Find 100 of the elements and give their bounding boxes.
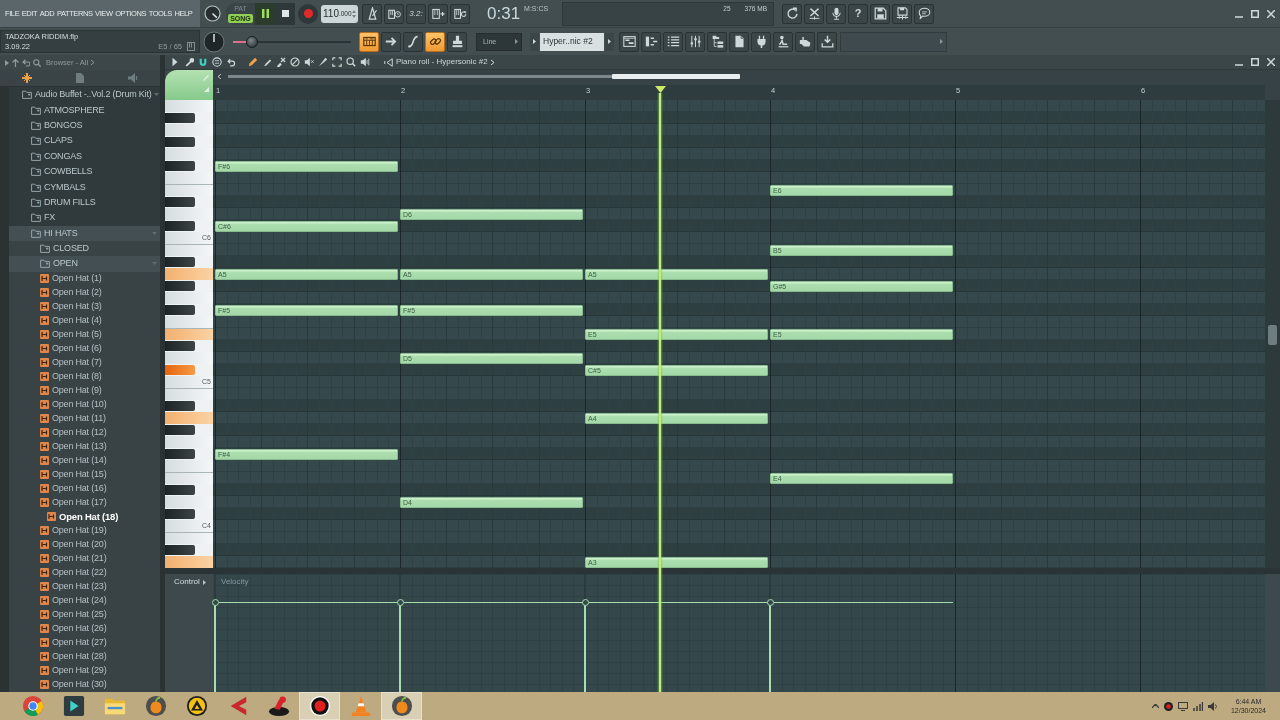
brush-icon[interactable] <box>262 57 272 67</box>
taskbar-button[interactable] <box>381 692 422 720</box>
zoom-icon[interactable] <box>346 57 356 67</box>
next-pattern-button[interactable] <box>605 32 614 51</box>
toolbar-button[interactable] <box>619 31 639 52</box>
toolbar-button[interactable] <box>914 3 934 24</box>
lane-name[interactable]: Velocity <box>221 578 249 586</box>
toolbar-button[interactable] <box>826 3 846 24</box>
toolbar-button[interactable] <box>729 31 749 52</box>
toolbar-button[interactable] <box>450 3 470 24</box>
tree-item[interactable]: Open Hat (11) <box>9 411 160 426</box>
tree-item[interactable]: Open Hat (6) <box>9 341 160 356</box>
velocity-handle[interactable] <box>766 598 774 606</box>
tree-item[interactable]: CONGAS <box>9 148 160 164</box>
velocity-handle[interactable] <box>211 598 219 606</box>
sparkle-icon[interactable] <box>22 73 32 83</box>
circle-menu-icon[interactable] <box>212 57 222 67</box>
toolbar-button[interactable] <box>641 31 661 52</box>
piano-roll-title[interactable]: Piano roll - Hypersonic #2 <box>396 58 488 66</box>
toolbar-button[interactable] <box>817 31 837 52</box>
tree-item[interactable]: CYMBALS <box>9 179 160 195</box>
close-icon[interactable] <box>1267 58 1275 66</box>
tree-item[interactable]: Open Hat (24) <box>9 593 160 608</box>
velocity-handle[interactable] <box>396 598 404 606</box>
tree-item[interactable]: Open Hat (10) <box>9 397 160 412</box>
tree-item[interactable]: Open Hat (26) <box>9 621 160 636</box>
chevron-right-icon[interactable] <box>490 59 494 65</box>
back-arrow-icon[interactable] <box>22 58 30 67</box>
undo-icon[interactable] <box>226 57 236 67</box>
playhead-handle[interactable] <box>654 86 666 93</box>
chevron-left-icon[interactable] <box>218 74 221 79</box>
toolbar-button[interactable] <box>362 3 382 24</box>
toggle-button[interactable] <box>403 31 423 52</box>
toolbar-button[interactable] <box>384 3 404 24</box>
speaker-icon[interactable] <box>384 57 393 67</box>
pattern-selector[interactable]: Hyper..nic #2 <box>540 32 604 51</box>
toolbar-button[interactable] <box>707 31 727 52</box>
tree-item[interactable]: Open Hat (17) <box>9 495 160 510</box>
up-arrow-icon[interactable] <box>12 58 19 67</box>
horizontal-scrollbar[interactable] <box>228 75 740 78</box>
search-icon[interactable] <box>33 58 41 67</box>
toggle-button[interactable] <box>359 31 379 52</box>
toolbar-button[interactable] <box>870 3 890 24</box>
tree-item[interactable]: Open Hat (30) <box>9 677 160 692</box>
vertical-scrollbar[interactable] <box>0 87 9 692</box>
stop-button[interactable] <box>275 2 295 25</box>
help-button[interactable]: ? <box>848 3 868 24</box>
tree-item[interactable]: Open Hat (16) <box>9 481 160 496</box>
toolbar-button[interactable] <box>795 31 815 52</box>
tree-item[interactable]: Open Hat (13) <box>9 439 160 454</box>
brush-cross-icon[interactable] <box>276 57 286 67</box>
tree-item[interactable]: Open Hat (12) <box>9 425 160 440</box>
tree-item[interactable]: Audio Buffet -..Vol.2 (Drum Kit) <box>9 87 160 103</box>
pause-button[interactable] <box>255 2 275 25</box>
tree-item[interactable]: Open Hat (4) <box>9 313 160 328</box>
previous-pattern-button[interactable] <box>530 32 539 51</box>
tree-item[interactable]: Open Hat (28) <box>9 649 160 664</box>
tree-item[interactable]: Open Hat (27) <box>9 635 160 650</box>
maximize-icon[interactable] <box>1251 58 1259 66</box>
tree-item[interactable]: Open Hat (8) <box>9 369 160 384</box>
slider-thumb[interactable] <box>245 35 258 48</box>
tree-item[interactable]: Open Hat (3) <box>9 299 160 314</box>
scrollbar-thumb[interactable] <box>612 74 740 79</box>
triangle-right-icon[interactable] <box>5 59 9 66</box>
caret-up-icon[interactable] <box>1151 704 1159 708</box>
tree-item[interactable]: Open Hat (18) <box>9 509 160 524</box>
close-icon[interactable] <box>1267 9 1275 18</box>
speaker-icon[interactable] <box>1207 701 1218 711</box>
wrench-icon[interactable] <box>184 57 194 67</box>
pencil-icon[interactable] <box>248 57 258 67</box>
tree-item[interactable]: Open Hat (7) <box>9 355 160 370</box>
tree-item[interactable]: ATMOSPHERE <box>9 102 160 118</box>
tree-item[interactable]: Open Hat (2) <box>9 285 160 300</box>
toolbar-button[interactable] <box>782 3 802 24</box>
countdown-button[interactable]: 3.2: <box>406 3 426 24</box>
tree-item[interactable]: Open Hat (23) <box>9 579 160 594</box>
forbidden-icon[interactable] <box>290 57 300 67</box>
tree-item[interactable]: Open Hat (19) <box>9 523 160 538</box>
tree-item[interactable]: CLAPS <box>9 133 160 149</box>
select-box-icon[interactable] <box>332 57 342 67</box>
toolbar-button[interactable] <box>773 31 793 52</box>
toolbar-button[interactable] <box>804 3 824 24</box>
tree-item[interactable]: BONGOS <box>9 117 160 134</box>
record-dot-icon[interactable] <box>1163 701 1173 711</box>
speaker-icon[interactable] <box>360 57 370 67</box>
tree-item[interactable]: CLOSED <box>9 240 160 257</box>
tree-item[interactable]: Open Hat (20) <box>9 537 160 552</box>
knife-icon[interactable] <box>318 57 328 67</box>
velocity-handle[interactable] <box>581 598 589 606</box>
toolbar-button[interactable] <box>663 31 683 52</box>
mute-icon[interactable] <box>304 57 314 67</box>
tree-item[interactable]: Open Hat (29) <box>9 663 160 678</box>
tree-item[interactable]: Open Hat (14) <box>9 453 160 468</box>
tree-item[interactable]: HI HATS <box>9 225 160 241</box>
toggle-button[interactable] <box>381 31 401 52</box>
tree-item[interactable]: COWBELLS <box>9 163 160 180</box>
knob[interactable] <box>203 30 225 53</box>
toolbar-button[interactable] <box>751 31 771 52</box>
triangle-right-icon[interactable] <box>170 57 180 67</box>
tree-item[interactable]: Open Hat (15) <box>9 467 160 482</box>
